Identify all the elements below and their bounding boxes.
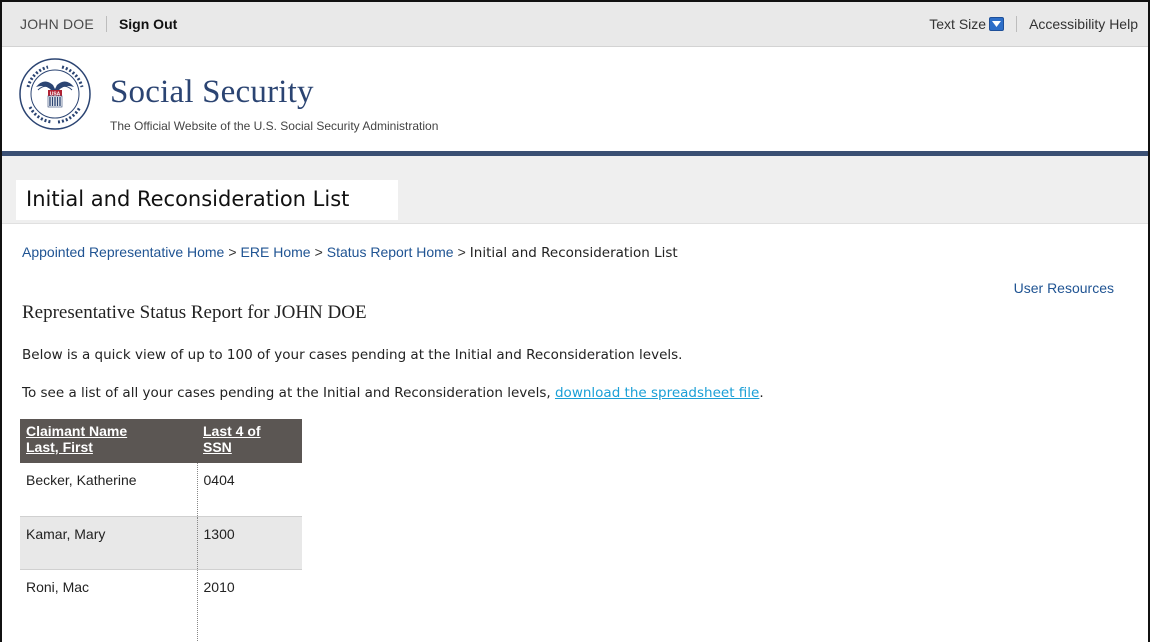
header-line: Last 4 of <box>203 423 261 439</box>
download-text-prefix: To see a list of all your cases pending … <box>22 385 555 401</box>
site-title[interactable]: Social Security <box>110 74 314 111</box>
accessibility-help-link[interactable]: Accessibility Help <box>1029 16 1138 32</box>
breadcrumb-separator: > <box>457 244 466 260</box>
download-spreadsheet-link[interactable]: download the spreadsheet file <box>555 385 759 401</box>
text-size-control[interactable]: Text Size <box>929 16 1005 32</box>
table-row[interactable]: Roni, Mac 2010 <box>20 569 302 642</box>
divider <box>1016 16 1018 32</box>
site-subtitle: The Official Website of the U.S. Social … <box>110 119 439 133</box>
table-row[interactable]: Becker, Katherine 0404 <box>20 463 302 517</box>
divider <box>105 16 107 32</box>
cases-table: Claimant Name Last, First Last 4 of SSN Be… <box>20 419 302 642</box>
sort-claimant-name-link[interactable]: Claimant Name Last, First <box>26 423 127 455</box>
breadcrumb-separator: > <box>228 244 237 260</box>
column-header-ssn[interactable]: Last 4 of SSN <box>197 419 302 463</box>
chevron-down-icon[interactable] <box>989 17 1005 31</box>
breadcrumb-ere-home[interactable]: ERE Home <box>241 244 311 260</box>
top-utility-bar: JOHN DOE Sign Out Text Size Accessibilit… <box>2 2 1148 47</box>
download-text-suffix: . <box>759 385 764 401</box>
report-title: Representative Status Report for JOHN DO… <box>22 302 367 323</box>
site-header: USA Social Security The Official Website… <box>2 47 1148 156</box>
breadcrumb: Appointed Representative Home > ERE Home > S… <box>22 244 678 261</box>
user-name: JOHN DOE <box>20 16 94 32</box>
ssa-seal-logo[interactable]: USA <box>18 57 92 131</box>
table-header-row: Claimant Name Last, First Last 4 of SSN <box>20 419 302 463</box>
ssn-cell: 1300 <box>196 516 302 570</box>
header-line: Claimant Name <box>26 423 128 439</box>
column-header-claimant-name[interactable]: Claimant Name Last, First <box>20 419 197 463</box>
breadcrumb-current: Initial and Reconsideration List <box>469 245 678 261</box>
claimant-name-cell: Roni, Mac <box>26 578 90 595</box>
breadcrumb-status-report-home[interactable]: Status Report Home <box>327 244 454 260</box>
sort-ssn-link[interactable]: Last 4 of SSN <box>203 423 261 455</box>
sign-out-link[interactable]: Sign Out <box>119 16 177 32</box>
table-row[interactable]: Kamar, Mary 1300 <box>20 516 302 570</box>
ssn-cell: 0404 <box>196 463 302 517</box>
header-line: SSN <box>203 439 232 455</box>
user-resources-link[interactable]: User Resources <box>1014 280 1114 296</box>
download-text: To see a list of all your cases pending … <box>22 385 764 401</box>
topbar-right-group: Text Size Accessibility Help <box>929 16 1138 32</box>
ssn-cell: 2010 <box>196 569 302 642</box>
claimant-name-cell: Kamar, Mary <box>20 516 197 570</box>
intro-text: Below is a quick view of up to 100 of yo… <box>22 347 683 363</box>
text-size-label: Text Size <box>929 16 987 32</box>
header-line: Last, First <box>26 439 93 455</box>
page-frame: JOHN DOE Sign Out Text Size Accessibilit… <box>0 0 1150 642</box>
page-title-band: Initial and Reconsideration List <box>2 156 1148 224</box>
claimant-name-cell: Becker, Katherine <box>20 463 197 517</box>
page-title-box: Initial and Reconsideration List <box>16 180 398 220</box>
breadcrumb-appointed-rep-home[interactable]: Appointed Representative Home <box>22 244 224 260</box>
page-title: Initial and Reconsideration List <box>26 187 350 211</box>
breadcrumb-separator: > <box>314 244 323 260</box>
